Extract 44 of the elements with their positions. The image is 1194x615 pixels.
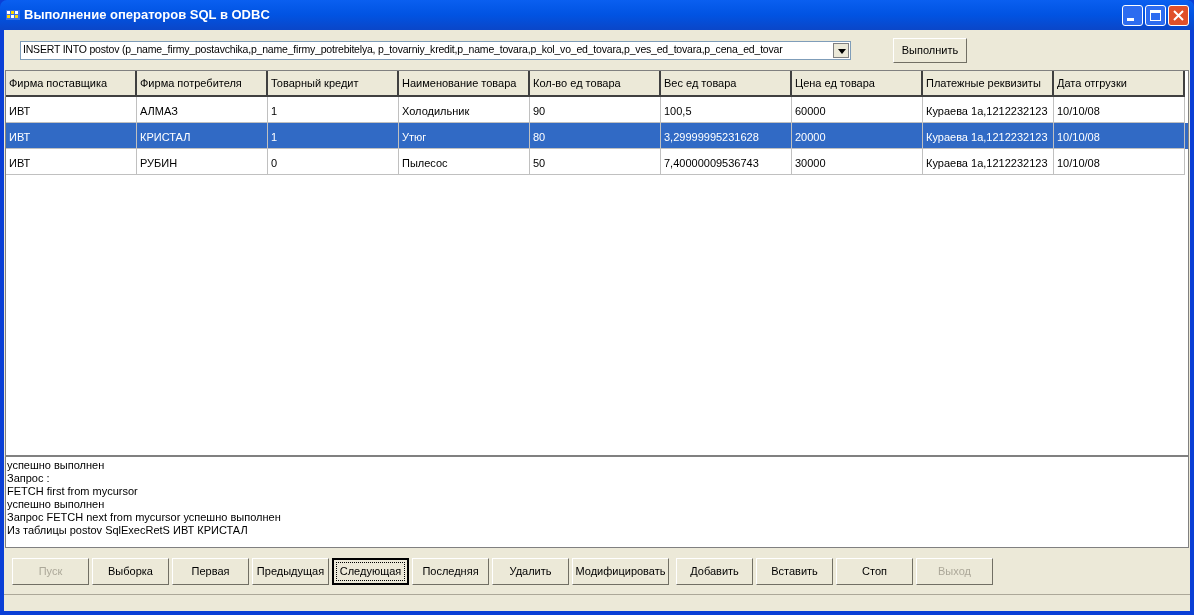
action-button[interactable]: Предыдущая bbox=[252, 557, 329, 585]
table-cell: Кураева 1а,1212232123 bbox=[923, 149, 1054, 175]
app-icon bbox=[5, 7, 21, 23]
close-button[interactable] bbox=[1168, 4, 1189, 26]
column-header[interactable]: Дата отгрузки bbox=[1054, 71, 1185, 97]
table-cell: 7,40000009536743 bbox=[661, 149, 792, 175]
table-row[interactable]: ИВТ РУБИН 0 Пылесос 50 7,40000009536743 30000 Кураева 1а,1212232123 10/10/08 bbox=[6, 149, 1188, 175]
execute-button[interactable]: Выполнить bbox=[893, 37, 967, 63]
column-header[interactable]: Кол-во ед товара bbox=[530, 71, 661, 97]
table-row[interactable]: ИВТ КРИСТАЛ 1 Утюг 80 3,29999995231628 20000 Кураева 1а,1212232123 10/10/08 bbox=[6, 123, 1188, 149]
column-header[interactable]: Цена ед товара bbox=[792, 71, 923, 97]
query-combobox[interactable]: INSERT INTO postov (p_name_firmy_postavchika,p_name_firmy_potrebitelya, p_tovarniy_kredit,p_name_tovara,p_kol_vo_ed_tovara,p_ves_ed_tovara,p_cena_ed_tovar bbox=[20, 40, 851, 60]
table-cell: ИВТ bbox=[6, 149, 137, 175]
minimize-icon bbox=[1127, 17, 1134, 21]
query-text: INSERT INTO postov (p_name_firmy_postavchika,p_name_firmy_potrebitelya, p_tovarniy_kredit,p_name_tovara,p_kol_vo_ed_tovara,p_ves_ed_tovara,p_cena_ed_tovar bbox=[22, 42, 784, 58]
table-cell: 0 bbox=[268, 149, 399, 175]
maximize-icon bbox=[1150, 9, 1161, 21]
column-header[interactable]: Фирма потребителя bbox=[137, 71, 268, 97]
table-cell: 10/10/08 bbox=[1054, 149, 1185, 175]
action-button[interactable]: Первая bbox=[172, 557, 249, 585]
log-text: успешно выполнен Запрос : FETCH first from mycursor успешно выполнен Запрос FETCH next from mycursor успешно выполнен Из таблицы postov SqlExecRetS ИВТ КРИСТАЛ bbox=[5, 456, 1189, 548]
action-button[interactable]: Стоп bbox=[836, 557, 913, 585]
column-header[interactable]: Вес ед товара bbox=[661, 71, 792, 97]
action-button[interactable]: Вставить bbox=[756, 557, 833, 585]
action-button[interactable]: Следующая bbox=[332, 557, 409, 585]
minimize-button[interactable] bbox=[1122, 4, 1143, 26]
maximize-button[interactable] bbox=[1145, 4, 1166, 26]
table-cell: 50 bbox=[530, 149, 661, 175]
table-cell: 30000 bbox=[792, 149, 923, 175]
column-header[interactable]: Товарный кредит bbox=[268, 71, 399, 97]
close-icon bbox=[1173, 9, 1184, 21]
action-button[interactable]: Добавить bbox=[676, 557, 753, 585]
action-button[interactable]: Выборка bbox=[92, 557, 169, 585]
window-title: Выполнение операторов SQL в ODBC bbox=[24, 6, 270, 25]
column-header[interactable]: Платежные реквизиты bbox=[923, 71, 1054, 97]
action-button[interactable]: Модифицировать bbox=[572, 557, 669, 585]
column-header[interactable]: Наименование товара bbox=[399, 71, 530, 97]
table-cell: РУБИН bbox=[137, 149, 268, 175]
table-cell: Пылесос bbox=[399, 149, 530, 175]
action-button[interactable]: Последняя bbox=[412, 557, 489, 585]
table-row[interactable]: ИВТ АЛМАЗ 1 Холодильник 90 100,5 60000 Кураева 1а,1212232123 10/10/08 bbox=[6, 97, 1188, 123]
dropdown-icon bbox=[833, 42, 849, 58]
column-header[interactable]: Фирма поставщика bbox=[6, 71, 137, 97]
action-button[interactable]: Удалить bbox=[492, 557, 569, 585]
